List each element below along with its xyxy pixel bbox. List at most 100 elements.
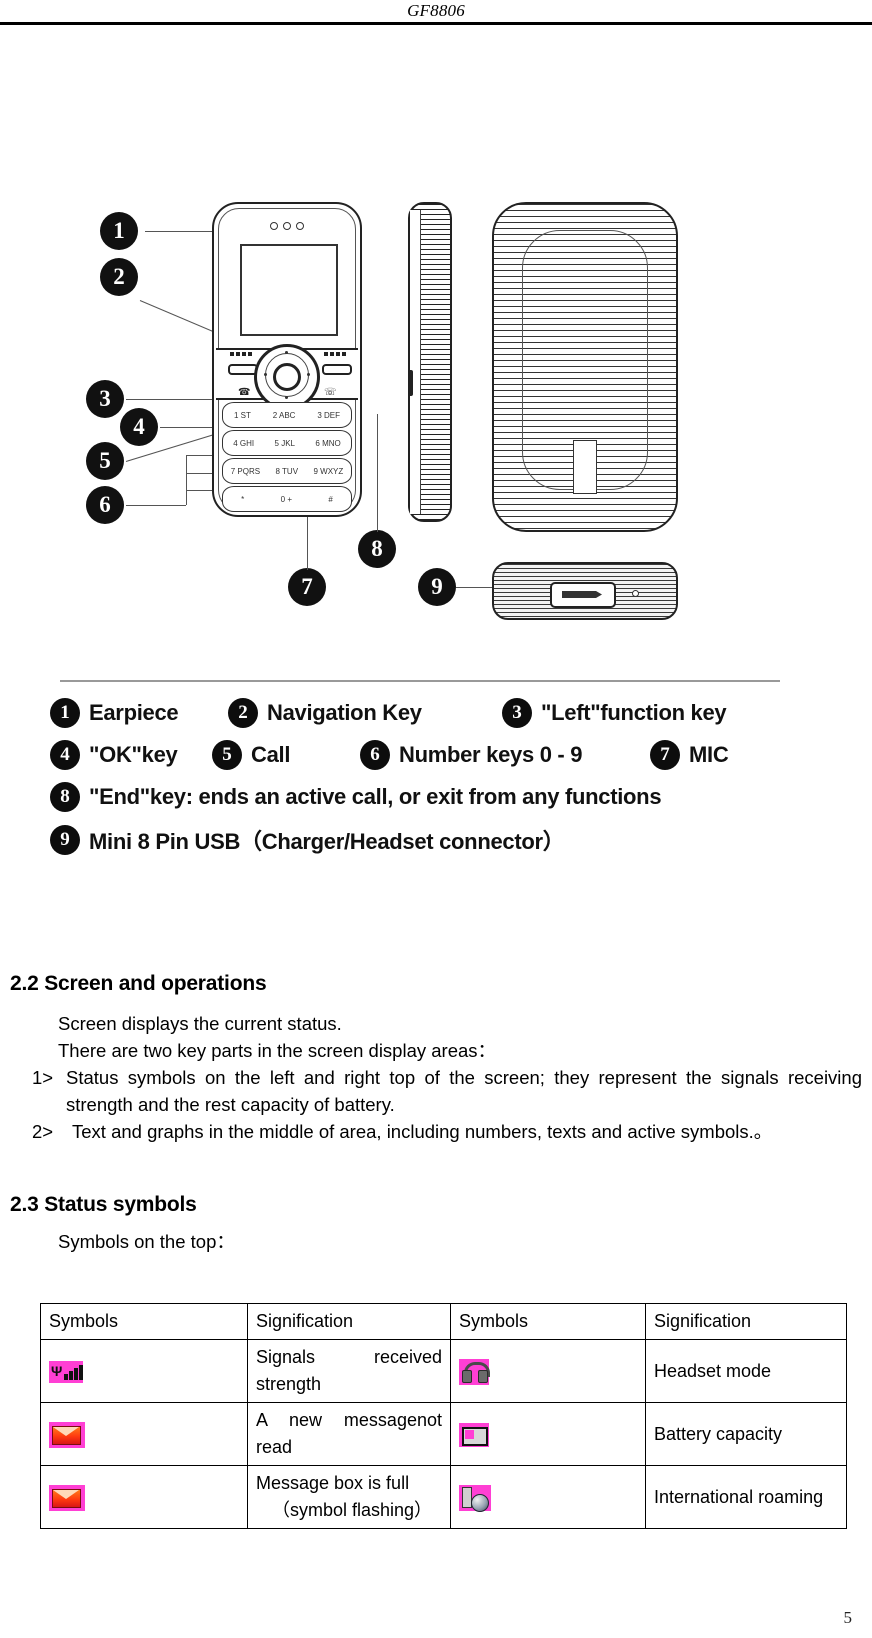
table-header-symbols-2: Symbols xyxy=(450,1303,646,1340)
nav-up-dot-icon xyxy=(285,351,288,354)
status-symbols-table-wrapper: Symbols Signification Symbols Significat… xyxy=(40,1303,847,1529)
legend-label-2: Navigation Key xyxy=(267,700,422,725)
status-symbols-table: Symbols Signification Symbols Significat… xyxy=(40,1303,847,1529)
leader-line-8 xyxy=(377,414,378,532)
figure-callout-1: 1 xyxy=(100,212,138,250)
figure-callout-2: 2 xyxy=(100,258,138,296)
legend-label-6: Number keys 0 - 9 xyxy=(399,742,583,767)
key-9[interactable]: 9 WXYZ xyxy=(313,467,343,476)
key-1[interactable]: 1 ST xyxy=(234,411,251,420)
table-header-signification-1: Signification xyxy=(247,1303,451,1340)
international-roaming-icon xyxy=(459,1484,491,1512)
key-star[interactable]: * xyxy=(241,495,244,504)
legend-row: 8 "End"key: ends an active call, or exit… xyxy=(50,782,850,824)
legend-bullet-2: 2 xyxy=(228,698,258,728)
keypad-row[interactable]: * 0 + # xyxy=(222,486,352,512)
legend-item-left-function-key: 3 "Left"function key xyxy=(502,698,727,728)
leader-line-7 xyxy=(307,520,308,570)
section-2-2-item-2-number: 2> xyxy=(32,1121,54,1142)
key-8[interactable]: 8 TUV xyxy=(276,467,299,476)
message-box-full-icon xyxy=(49,1484,85,1511)
section-2-2-body: Screen displays the current status. Ther… xyxy=(10,1010,862,1145)
message-box-full-line-2: （symbol flashing） xyxy=(272,1500,433,1520)
right-softkey-texture xyxy=(324,352,346,356)
end-key-icon[interactable]: ☏ xyxy=(324,388,337,398)
legend-label-5: Call xyxy=(251,742,291,767)
key-6[interactable]: 6 MNO xyxy=(315,439,340,448)
legend-bullet-5: 5 xyxy=(212,740,242,770)
keypad-row[interactable]: 4 GHI 5 JKL 6 MNO xyxy=(222,430,352,456)
phone-side-button xyxy=(408,370,413,396)
section-2-2: 2.2 Screen and operations xyxy=(10,972,862,996)
legend-item-earpiece: 1 Earpiece xyxy=(50,698,179,728)
phone-back-view xyxy=(492,202,678,532)
legend-label-3: "Left"function key xyxy=(541,700,727,725)
signals-received-line-1: Signals received xyxy=(256,1344,442,1371)
legend-bullet-7: 7 xyxy=(650,740,680,770)
section-2-2-item-1-number: 1> xyxy=(32,1067,54,1088)
earpiece-speaker-holes xyxy=(270,222,304,230)
legend-row: 4 "OK"key 5 Call 6 Number keys 0 - 9 7 M… xyxy=(50,740,850,782)
table-cell-icon-signal: Ψ xyxy=(40,1339,248,1403)
call-key-icon[interactable]: ☎ xyxy=(238,388,250,398)
section-2-3-body: Symbols on the top： xyxy=(10,1228,862,1255)
section-2-2-item-1-text: Status symbols on the left and right top… xyxy=(66,1067,862,1115)
table-cell-icon-message-box-full xyxy=(40,1465,248,1529)
antenna-glyph: Ψ xyxy=(51,1362,63,1379)
keypad-row[interactable]: 7 PQRS 8 TUV 9 WXYZ xyxy=(222,458,352,484)
legend-item-mic: 7 MIC xyxy=(650,740,729,770)
mini-usb-port-icon xyxy=(550,582,616,608)
ok-key[interactable] xyxy=(273,363,301,391)
nav-left-dot-icon xyxy=(264,373,267,376)
signals-word-1: Signals xyxy=(256,1347,316,1367)
figure-legend: 1 Earpiece 2 Navigation Key 3 "Left"func… xyxy=(50,698,850,866)
section-2-2-item-2-text: Text and graphs in the middle of area, i… xyxy=(72,1121,773,1142)
legend-item-navigation-key: 2 Navigation Key xyxy=(228,698,422,728)
leader-line-6-vert xyxy=(186,455,187,505)
table-cell-message-box-is-full: Message box is full （symbol flashing） xyxy=(247,1465,451,1529)
legend-bullet-9: 9 xyxy=(50,825,80,855)
legend-row: 1 Earpiece 2 Navigation Key 3 "Left"func… xyxy=(50,698,850,740)
key-3[interactable]: 3 DEF xyxy=(317,411,340,420)
key-0[interactable]: 0 + xyxy=(281,495,292,504)
section-2-3-intro: Symbols on the top： xyxy=(58,1231,235,1252)
section-2-2-heading: 2.2 Screen and operations xyxy=(10,972,267,995)
figure-callout-9: 9 xyxy=(418,568,456,606)
keypad-row[interactable]: 1 ST 2 ABC 3 DEF xyxy=(222,402,352,428)
key-2[interactable]: 2 ABC xyxy=(273,411,296,420)
header-divider xyxy=(0,22,872,25)
table-cell-international-roaming: International roaming xyxy=(645,1465,847,1529)
table-cell-battery-capacity: Battery capacity xyxy=(645,1402,847,1466)
new-message-words: A new message xyxy=(256,1410,417,1430)
figure-callout-3: 3 xyxy=(86,380,124,418)
battery-icon xyxy=(459,1422,489,1447)
figure-callout-6: 6 xyxy=(86,486,124,524)
legend-label-7: MIC xyxy=(689,742,729,767)
signals-received-line-2: strength xyxy=(256,1374,322,1394)
legend-item-call: 5 Call xyxy=(212,740,290,770)
key-hash[interactable]: # xyxy=(328,495,332,504)
figure-callout-4: 4 xyxy=(120,408,158,446)
message-box-full-line-1: Message box is full xyxy=(256,1473,410,1493)
table-row: Message box is full （symbol flashing） In… xyxy=(40,1465,847,1529)
table-cell-icon-roaming xyxy=(450,1465,646,1529)
legend-bullet-4: 4 xyxy=(50,740,80,770)
table-header-signification-2: Signification xyxy=(645,1303,847,1340)
table-cell-new-message-not-read: A new message not read xyxy=(247,1402,451,1466)
section-2-2-item-1: 1> Status symbols on the left and right … xyxy=(32,1064,862,1118)
legend-label-9: Mini 8 Pin USB（Charger/Headset connector… xyxy=(89,829,565,854)
table-cell-icon-headset xyxy=(450,1339,646,1403)
key-7[interactable]: 7 PQRS xyxy=(231,467,260,476)
number-keypad[interactable]: 1 ST 2 ABC 3 DEF 4 GHI 5 JKL 6 MNO 7 PQR… xyxy=(222,402,352,512)
figure-callout-5: 5 xyxy=(86,442,124,480)
nav-down-dot-icon xyxy=(285,396,288,399)
right-function-key[interactable] xyxy=(322,364,352,375)
key-4[interactable]: 4 GHI xyxy=(233,439,254,448)
legend-label-8: "End"key: ends an active call, or exit f… xyxy=(89,784,662,809)
key-5[interactable]: 5 JKL xyxy=(275,439,295,448)
phone-bottom-microphone-hole xyxy=(632,590,639,597)
legend-bullet-6: 6 xyxy=(360,740,390,770)
phone-display-screen xyxy=(240,244,338,336)
phone-bottom-shell xyxy=(492,562,678,620)
document-model-title: GF8806 xyxy=(407,1,465,20)
